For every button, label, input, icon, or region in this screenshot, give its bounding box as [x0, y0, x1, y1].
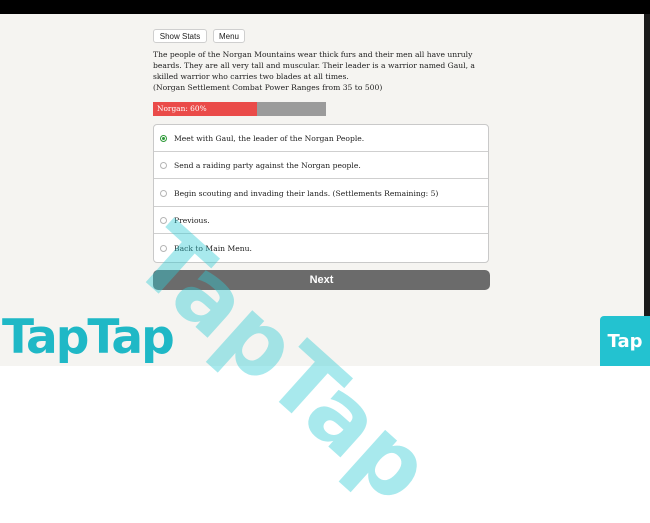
choice-label: Begin scouting and invading their lands.… [174, 188, 439, 198]
top-black-bar [0, 0, 650, 14]
choice-option-main-menu[interactable]: Back to Main Menu. [154, 235, 488, 262]
radio-selected-icon[interactable] [160, 134, 167, 142]
choice-label: Previous. [174, 215, 210, 225]
next-button[interactable]: Next [153, 270, 490, 290]
settlement-description: The people of the Norgan Mountains wear … [153, 49, 493, 93]
radio-icon[interactable] [160, 189, 167, 197]
choice-option-previous[interactable]: Previous. [154, 207, 488, 234]
choice-option-scout-invade[interactable]: Begin scouting and invading their lands.… [154, 180, 488, 207]
taptap-badge-icon: Tap [600, 316, 650, 366]
radio-icon[interactable] [160, 216, 167, 224]
window-right-edge [644, 14, 650, 366]
show-stats-button[interactable]: Show Stats [153, 29, 207, 43]
choice-label: Send a raiding party against the Norgan … [174, 160, 361, 170]
choice-option-meet-gaul[interactable]: Meet with Gaul, the leader of the Norgan… [154, 125, 488, 152]
menu-button[interactable]: Menu [213, 29, 245, 43]
choice-label: Back to Main Menu. [174, 244, 252, 253]
relation-progress-label: Norgan: 60% [157, 104, 207, 113]
description-text: The people of the Norgan Mountains wear … [153, 50, 475, 81]
relation-progress-bar: Norgan: 60% [153, 102, 326, 116]
radio-icon[interactable] [160, 245, 167, 252]
choice-label: Meet with Gaul, the leader of the Norgan… [174, 133, 365, 143]
combat-power-note: (Norgan Settlement Combat Power Ranges f… [153, 83, 383, 92]
choice-option-raid[interactable]: Send a raiding party against the Norgan … [154, 152, 488, 179]
radio-icon[interactable] [160, 161, 167, 169]
choice-list: Meet with Gaul, the leader of the Norgan… [153, 124, 489, 263]
taptap-logo: TapTap [2, 310, 175, 365]
